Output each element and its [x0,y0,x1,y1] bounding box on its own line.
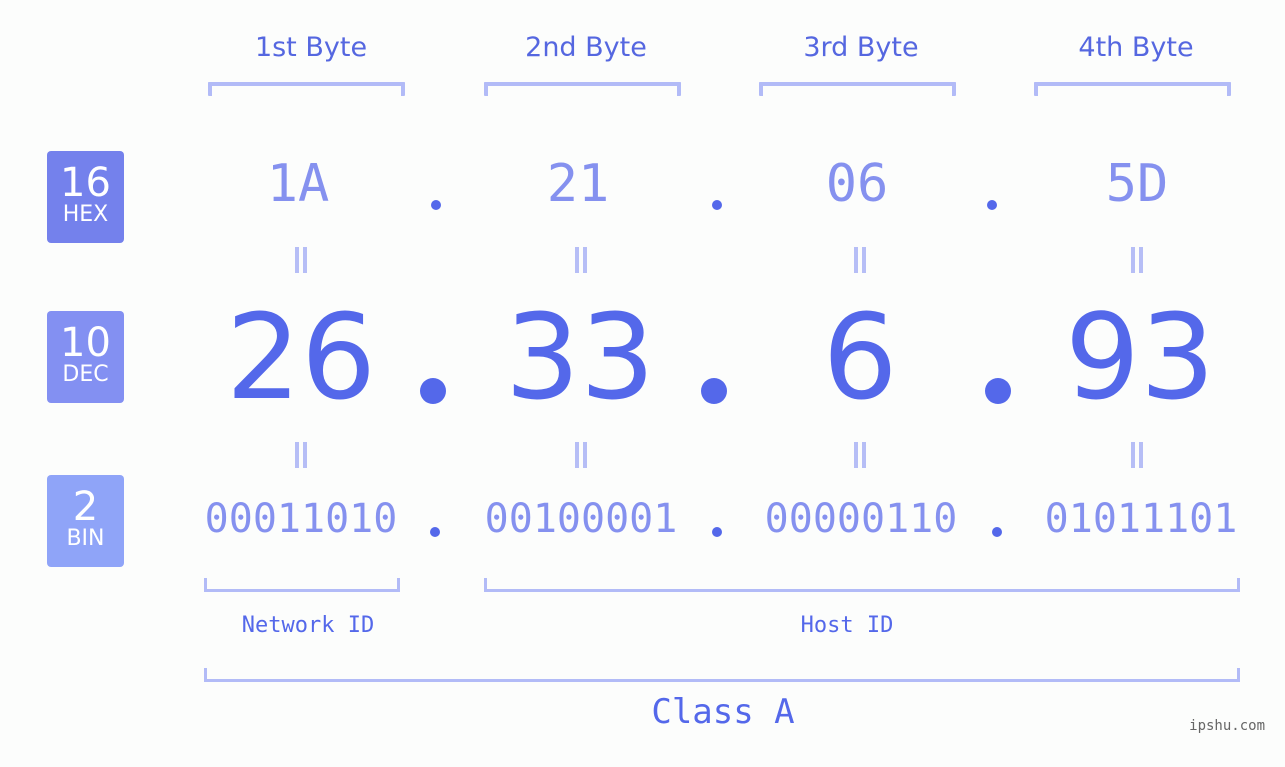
byte-label-1: 1st Byte [254,32,368,63]
network-id-label: Network ID [241,613,375,638]
dec-value-2: 33 [504,288,656,426]
class-bracket [204,668,1240,682]
watermark: ipshu.com [1189,718,1265,734]
equals-icon [572,442,588,468]
equals-icon [1128,442,1144,468]
byte-label-3: 3rd Byte [803,32,919,63]
dec-label: DEC [62,362,109,387]
equals-icon [851,442,867,468]
hex-value-3: 06 [825,154,889,214]
bin-dot-2 [712,527,722,537]
dec-value-4: 93 [1064,288,1216,426]
hex-value-4: 5D [1105,154,1169,214]
dec-value-3: 6 [822,288,898,426]
byte-label-2: 2nd Byte [525,32,647,63]
bin-base: 2 [72,484,99,530]
dec-dot-1 [420,378,446,404]
bin-value-1: 00011010 [204,496,398,542]
bin-dot-1 [430,527,440,537]
bin-dot-3 [992,527,1002,537]
byte-bracket-2 [484,82,681,96]
hex-badge: 16 HEX [47,151,124,243]
equals-icon [292,247,308,273]
equals-icon [1128,247,1144,273]
dec-dot-2 [701,378,727,404]
bin-value-4: 01011101 [1044,496,1238,542]
hex-base: 16 [60,160,111,206]
bin-value-3: 00000110 [764,496,958,542]
hex-dot-1 [431,200,441,210]
bin-badge: 2 BIN [47,475,124,567]
dec-badge: 10 DEC [47,311,124,403]
dec-base: 10 [60,320,111,366]
byte-bracket-1 [208,82,405,96]
bin-value-2: 00100001 [484,496,678,542]
bin-label: BIN [66,526,105,551]
hex-value-2: 21 [546,154,610,214]
hex-dot-3 [987,200,997,210]
equals-icon [292,442,308,468]
byte-bracket-4 [1034,82,1231,96]
byte-bracket-3 [759,82,956,96]
equals-icon [572,247,588,273]
hex-label: HEX [62,202,109,227]
class-label: Class A [651,692,795,732]
host-id-label: Host ID [800,613,894,638]
dec-value-1: 26 [225,288,377,426]
byte-label-4: 4th Byte [1078,32,1194,63]
hex-dot-2 [712,200,722,210]
dec-dot-3 [985,378,1011,404]
equals-icon [851,247,867,273]
hex-value-1: 1A [266,154,330,214]
host-id-bracket [484,578,1240,592]
network-id-bracket [204,578,400,592]
